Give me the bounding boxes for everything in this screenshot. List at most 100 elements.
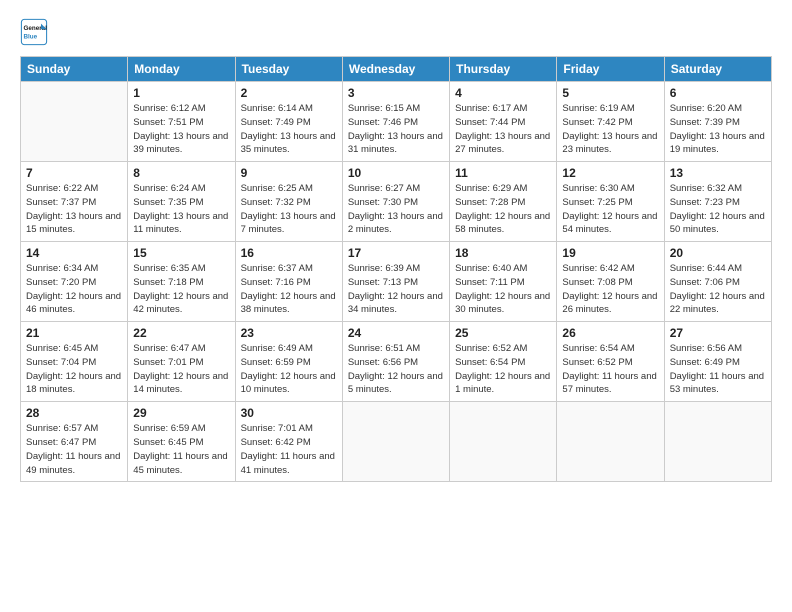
day-detail: Sunrise: 6:52 AMSunset: 6:54 PMDaylight:… — [455, 342, 551, 397]
svg-text:Blue: Blue — [24, 33, 38, 40]
day-detail: Sunrise: 6:27 AMSunset: 7:30 PMDaylight:… — [348, 182, 444, 237]
day-cell: 19 Sunrise: 6:42 AMSunset: 7:08 PMDaylig… — [557, 242, 664, 322]
day-number: 26 — [562, 326, 658, 340]
day-number: 1 — [133, 86, 229, 100]
day-cell: 3 Sunrise: 6:15 AMSunset: 7:46 PMDayligh… — [342, 82, 449, 162]
day-number: 2 — [241, 86, 337, 100]
day-number: 13 — [670, 166, 766, 180]
day-header-sunday: Sunday — [21, 57, 128, 82]
day-cell: 6 Sunrise: 6:20 AMSunset: 7:39 PMDayligh… — [664, 82, 771, 162]
day-cell: 20 Sunrise: 6:44 AMSunset: 7:06 PMDaylig… — [664, 242, 771, 322]
day-cell: 12 Sunrise: 6:30 AMSunset: 7:25 PMDaylig… — [557, 162, 664, 242]
week-row-5: 28 Sunrise: 6:57 AMSunset: 6:47 PMDaylig… — [21, 402, 772, 482]
header: General Blue — [20, 18, 772, 46]
day-detail: Sunrise: 6:25 AMSunset: 7:32 PMDaylight:… — [241, 182, 337, 237]
day-cell: 15 Sunrise: 6:35 AMSunset: 7:18 PMDaylig… — [128, 242, 235, 322]
day-header-tuesday: Tuesday — [235, 57, 342, 82]
day-cell: 1 Sunrise: 6:12 AMSunset: 7:51 PMDayligh… — [128, 82, 235, 162]
week-row-1: 1 Sunrise: 6:12 AMSunset: 7:51 PMDayligh… — [21, 82, 772, 162]
day-number: 14 — [26, 246, 122, 260]
day-cell: 16 Sunrise: 6:37 AMSunset: 7:16 PMDaylig… — [235, 242, 342, 322]
day-cell: 23 Sunrise: 6:49 AMSunset: 6:59 PMDaylig… — [235, 322, 342, 402]
page: General Blue SundayMondayTuesdayWednesda… — [0, 0, 792, 612]
day-detail: Sunrise: 6:39 AMSunset: 7:13 PMDaylight:… — [348, 262, 444, 317]
day-number: 22 — [133, 326, 229, 340]
day-number: 7 — [26, 166, 122, 180]
day-detail: Sunrise: 6:57 AMSunset: 6:47 PMDaylight:… — [26, 422, 122, 477]
day-number: 3 — [348, 86, 444, 100]
day-detail: Sunrise: 6:20 AMSunset: 7:39 PMDaylight:… — [670, 102, 766, 157]
day-cell: 24 Sunrise: 6:51 AMSunset: 6:56 PMDaylig… — [342, 322, 449, 402]
day-cell: 8 Sunrise: 6:24 AMSunset: 7:35 PMDayligh… — [128, 162, 235, 242]
day-cell: 26 Sunrise: 6:54 AMSunset: 6:52 PMDaylig… — [557, 322, 664, 402]
calendar-table: SundayMondayTuesdayWednesdayThursdayFrid… — [20, 56, 772, 482]
day-cell: 28 Sunrise: 6:57 AMSunset: 6:47 PMDaylig… — [21, 402, 128, 482]
day-detail: Sunrise: 6:37 AMSunset: 7:16 PMDaylight:… — [241, 262, 337, 317]
day-detail: Sunrise: 6:22 AMSunset: 7:37 PMDaylight:… — [26, 182, 122, 237]
day-detail: Sunrise: 6:30 AMSunset: 7:25 PMDaylight:… — [562, 182, 658, 237]
day-detail: Sunrise: 6:24 AMSunset: 7:35 PMDaylight:… — [133, 182, 229, 237]
day-cell: 29 Sunrise: 6:59 AMSunset: 6:45 PMDaylig… — [128, 402, 235, 482]
day-header-friday: Friday — [557, 57, 664, 82]
day-number: 8 — [133, 166, 229, 180]
day-detail: Sunrise: 6:59 AMSunset: 6:45 PMDaylight:… — [133, 422, 229, 477]
day-number: 28 — [26, 406, 122, 420]
day-detail: Sunrise: 6:40 AMSunset: 7:11 PMDaylight:… — [455, 262, 551, 317]
day-detail: Sunrise: 6:51 AMSunset: 6:56 PMDaylight:… — [348, 342, 444, 397]
day-number: 12 — [562, 166, 658, 180]
day-header-monday: Monday — [128, 57, 235, 82]
day-detail: Sunrise: 6:32 AMSunset: 7:23 PMDaylight:… — [670, 182, 766, 237]
day-cell — [664, 402, 771, 482]
day-detail: Sunrise: 7:01 AMSunset: 6:42 PMDaylight:… — [241, 422, 337, 477]
day-number: 24 — [348, 326, 444, 340]
day-cell: 27 Sunrise: 6:56 AMSunset: 6:49 PMDaylig… — [664, 322, 771, 402]
day-cell — [450, 402, 557, 482]
day-detail: Sunrise: 6:42 AMSunset: 7:08 PMDaylight:… — [562, 262, 658, 317]
day-cell: 9 Sunrise: 6:25 AMSunset: 7:32 PMDayligh… — [235, 162, 342, 242]
day-cell: 14 Sunrise: 6:34 AMSunset: 7:20 PMDaylig… — [21, 242, 128, 322]
day-detail: Sunrise: 6:29 AMSunset: 7:28 PMDaylight:… — [455, 182, 551, 237]
day-cell: 22 Sunrise: 6:47 AMSunset: 7:01 PMDaylig… — [128, 322, 235, 402]
week-row-4: 21 Sunrise: 6:45 AMSunset: 7:04 PMDaylig… — [21, 322, 772, 402]
week-row-3: 14 Sunrise: 6:34 AMSunset: 7:20 PMDaylig… — [21, 242, 772, 322]
day-number: 29 — [133, 406, 229, 420]
day-cell: 10 Sunrise: 6:27 AMSunset: 7:30 PMDaylig… — [342, 162, 449, 242]
day-number: 19 — [562, 246, 658, 260]
day-cell: 11 Sunrise: 6:29 AMSunset: 7:28 PMDaylig… — [450, 162, 557, 242]
day-cell: 7 Sunrise: 6:22 AMSunset: 7:37 PMDayligh… — [21, 162, 128, 242]
day-number: 21 — [26, 326, 122, 340]
day-cell: 30 Sunrise: 7:01 AMSunset: 6:42 PMDaylig… — [235, 402, 342, 482]
day-cell: 17 Sunrise: 6:39 AMSunset: 7:13 PMDaylig… — [342, 242, 449, 322]
day-detail: Sunrise: 6:19 AMSunset: 7:42 PMDaylight:… — [562, 102, 658, 157]
day-cell: 21 Sunrise: 6:45 AMSunset: 7:04 PMDaylig… — [21, 322, 128, 402]
logo-icon: General Blue — [20, 18, 48, 46]
day-header-saturday: Saturday — [664, 57, 771, 82]
day-number: 30 — [241, 406, 337, 420]
day-number: 10 — [348, 166, 444, 180]
day-number: 25 — [455, 326, 551, 340]
day-cell: 5 Sunrise: 6:19 AMSunset: 7:42 PMDayligh… — [557, 82, 664, 162]
day-number: 17 — [348, 246, 444, 260]
day-header-thursday: Thursday — [450, 57, 557, 82]
day-number: 27 — [670, 326, 766, 340]
day-cell: 25 Sunrise: 6:52 AMSunset: 6:54 PMDaylig… — [450, 322, 557, 402]
day-detail: Sunrise: 6:49 AMSunset: 6:59 PMDaylight:… — [241, 342, 337, 397]
day-number: 18 — [455, 246, 551, 260]
day-detail: Sunrise: 6:56 AMSunset: 6:49 PMDaylight:… — [670, 342, 766, 397]
day-number: 5 — [562, 86, 658, 100]
calendar-header: SundayMondayTuesdayWednesdayThursdayFrid… — [21, 57, 772, 82]
day-cell: 18 Sunrise: 6:40 AMSunset: 7:11 PMDaylig… — [450, 242, 557, 322]
day-detail: Sunrise: 6:54 AMSunset: 6:52 PMDaylight:… — [562, 342, 658, 397]
day-number: 6 — [670, 86, 766, 100]
day-number: 11 — [455, 166, 551, 180]
day-detail: Sunrise: 6:34 AMSunset: 7:20 PMDaylight:… — [26, 262, 122, 317]
week-row-2: 7 Sunrise: 6:22 AMSunset: 7:37 PMDayligh… — [21, 162, 772, 242]
day-cell — [21, 82, 128, 162]
day-number: 15 — [133, 246, 229, 260]
day-cell: 13 Sunrise: 6:32 AMSunset: 7:23 PMDaylig… — [664, 162, 771, 242]
day-header-wednesday: Wednesday — [342, 57, 449, 82]
day-number: 4 — [455, 86, 551, 100]
day-cell: 2 Sunrise: 6:14 AMSunset: 7:49 PMDayligh… — [235, 82, 342, 162]
day-detail: Sunrise: 6:15 AMSunset: 7:46 PMDaylight:… — [348, 102, 444, 157]
day-detail: Sunrise: 6:44 AMSunset: 7:06 PMDaylight:… — [670, 262, 766, 317]
